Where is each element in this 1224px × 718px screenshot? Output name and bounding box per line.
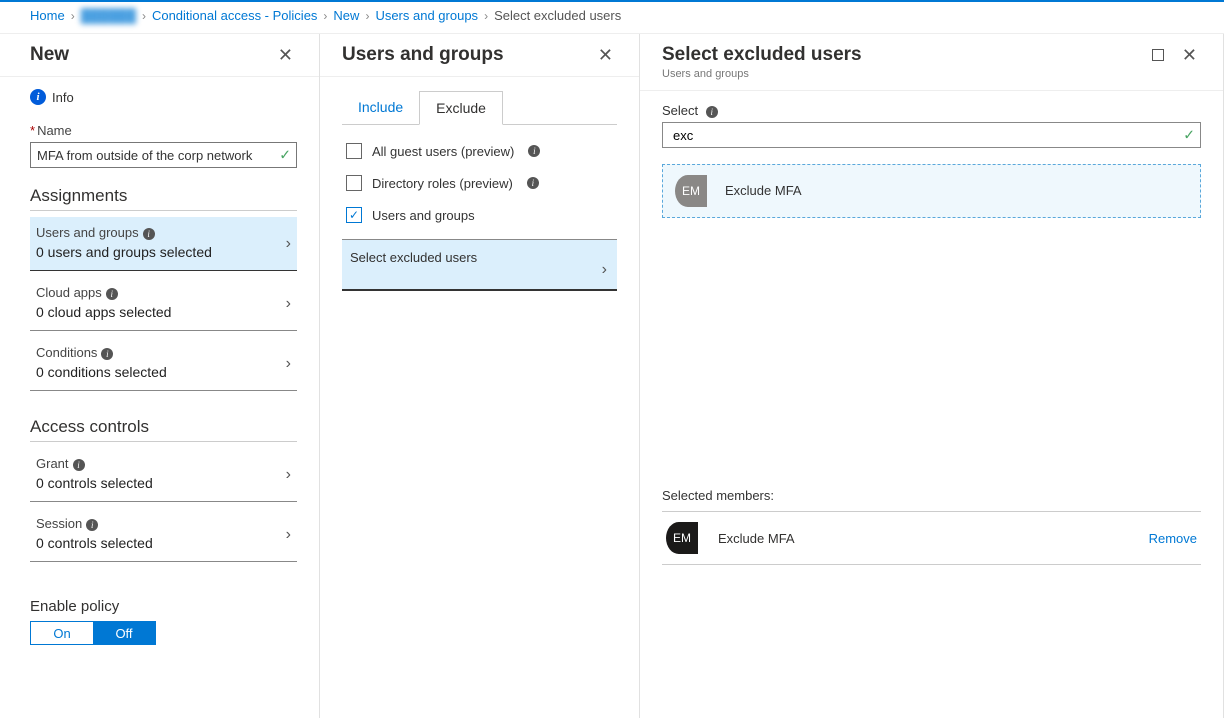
info-icon: i [527,177,539,189]
close-icon[interactable]: ✕ [274,44,297,66]
nav-grant[interactable]: Granti 0 controls selected › [30,448,297,502]
nav-conditions[interactable]: Conditions i 0 conditions selected › [30,337,297,391]
nav-value: 0 users and groups selected [36,244,293,260]
toggle-off[interactable]: Off [93,622,155,644]
nav-session[interactable]: Session i 0 controls selected › [30,508,297,562]
chevron-right-icon: › [286,235,291,253]
select-label-text: Select [662,103,698,118]
select-label: Select i [662,103,1201,118]
select-search-input[interactable] [662,122,1201,148]
info-label: Info [52,90,74,105]
blade-ug-title: Users and groups [342,44,504,66]
name-label-text: Name [37,123,72,138]
toggle-on[interactable]: On [31,622,93,644]
group-avatar-icon: EM [675,175,707,207]
chevron-right-icon: › [142,9,146,23]
info-icon: i [73,459,85,471]
nav-cloud-apps[interactable]: Cloud apps i 0 cloud apps selected › [30,277,297,331]
option-directory-roles[interactable]: Directory roles (preview) i [342,167,617,199]
checkbox-checked-icon[interactable] [346,207,362,223]
breadcrumb-tenant[interactable]: ██████ [81,8,136,23]
selected-member-name: Exclude MFA [718,531,1129,546]
nav-value: 0 conditions selected [36,364,293,380]
option-all-guest-users[interactable]: All guest users (preview) i [342,135,617,167]
access-controls-heading: Access controls [30,417,297,437]
blade-select-title: Select excluded users [662,44,862,66]
nav-value: 0 controls selected [36,475,293,491]
info-banner[interactable]: i Info [30,89,297,105]
breadcrumb-users-groups[interactable]: Users and groups [375,8,478,23]
chevron-right-icon: › [71,9,75,23]
include-exclude-tabs: Include Exclude [342,91,617,125]
check-icon: ✓ [1183,127,1195,144]
select-excluded-users-button[interactable]: Select excluded users › [342,239,617,291]
chevron-right-icon: › [484,9,488,23]
nav-label-text: Cloud apps [36,285,102,300]
info-icon: i [143,228,155,240]
option-label: Directory roles (preview) [372,176,513,191]
nav-label-text: Users and groups [36,225,139,240]
name-label: *Name [30,123,297,138]
group-avatar-icon: EM [666,522,698,554]
nav-label-text: Session [36,516,82,531]
enable-policy-label: Enable policy [30,598,297,615]
policy-name-input[interactable] [30,142,297,168]
assignments-heading: Assignments [30,186,297,206]
selected-member-row: EM Exclude MFA Remove [662,511,1201,565]
blade-new: New ✕ i Info *Name ✓ Assignments Users a… [0,34,320,718]
breadcrumb-home[interactable]: Home [30,8,65,23]
breadcrumb: Home › ██████ › Conditional access - Pol… [0,2,1224,34]
nav-label-text: Grant [36,456,69,471]
info-icon: i [106,288,118,300]
nav-label-text: Conditions [36,345,97,360]
info-icon: i [528,145,540,157]
result-name: Exclude MFA [725,183,802,198]
option-label: All guest users (preview) [372,144,514,159]
enable-policy-toggle[interactable]: On Off [30,621,156,645]
check-icon: ✓ [279,147,291,164]
blade-select-excluded: Select excluded users Users and groups ✕… [640,34,1224,718]
chevron-right-icon: › [323,9,327,23]
nav-value: 0 controls selected [36,535,293,551]
close-icon[interactable]: ✕ [1178,44,1201,66]
info-icon: i [30,89,46,105]
nav-users-and-groups[interactable]: Users and groups i 0 users and groups sel… [30,217,297,271]
info-icon: i [86,519,98,531]
maximize-icon[interactable] [1152,49,1164,61]
select-box-label: Select excluded users [350,250,477,265]
chevron-right-icon: › [602,261,607,279]
chevron-right-icon: › [286,295,291,313]
close-icon[interactable]: ✕ [594,44,617,66]
chevron-right-icon: › [286,526,291,544]
selected-members-label: Selected members: [662,488,1201,503]
chevron-right-icon: › [286,466,291,484]
required-star-icon: * [30,123,35,138]
search-result-item[interactable]: EM Exclude MFA [662,164,1201,218]
chevron-right-icon: › [365,9,369,23]
info-icon: i [101,348,113,360]
tab-exclude[interactable]: Exclude [419,91,503,125]
info-icon: i [706,106,718,118]
breadcrumb-new[interactable]: New [333,8,359,23]
blade-select-subtitle: Users and groups [662,68,862,80]
option-users-and-groups[interactable]: Users and groups [342,199,617,231]
breadcrumb-current: Select excluded users [494,8,621,23]
blade-new-title: New [30,44,69,66]
remove-button[interactable]: Remove [1149,531,1197,546]
breadcrumb-policies[interactable]: Conditional access - Policies [152,8,317,23]
checkbox-icon[interactable] [346,175,362,191]
nav-value: 0 cloud apps selected [36,304,293,320]
tab-include[interactable]: Include [342,91,419,124]
checkbox-icon[interactable] [346,143,362,159]
option-label: Users and groups [372,208,475,223]
chevron-right-icon: › [286,355,291,373]
blade-users-groups: Users and groups ✕ Include Exclude All g… [320,34,640,718]
